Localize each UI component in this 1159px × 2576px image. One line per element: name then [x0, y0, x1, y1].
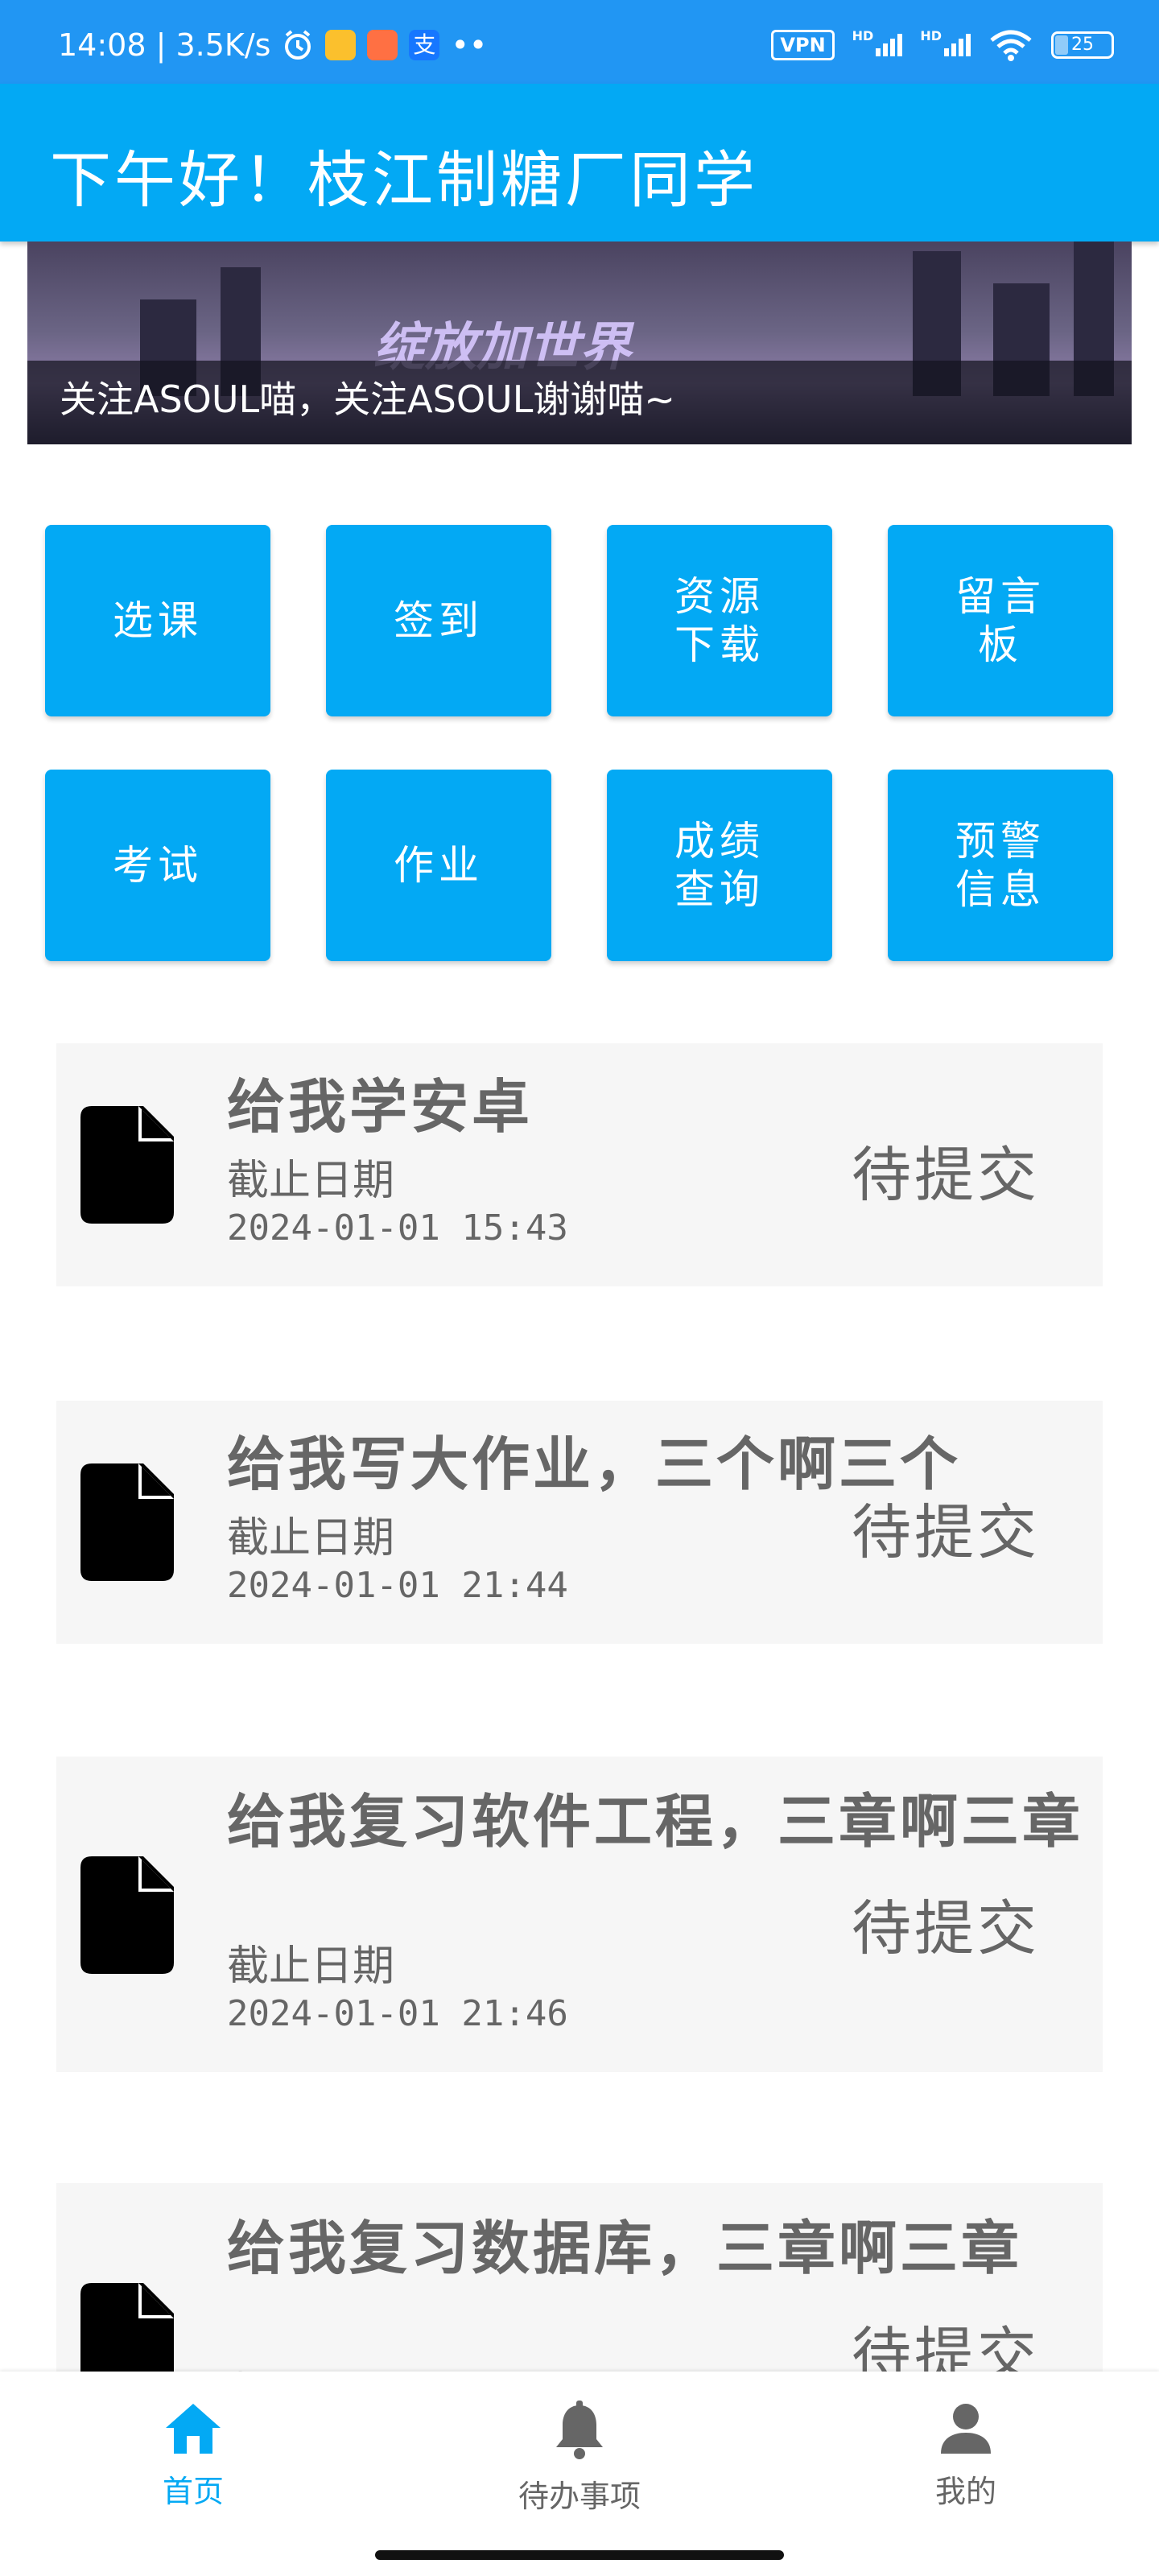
- assignment-card[interactable]: 给我写大作业，三个啊三个 截止日期 2024-01-01 21:44 待提交: [56, 1401, 1103, 1644]
- tile-label: 签到: [394, 597, 484, 644]
- tile-label: 成绩查询: [674, 818, 765, 913]
- greeting-title: 下午好！枝江制糖厂同学: [50, 144, 758, 216]
- due-label: 截止日期: [227, 1514, 395, 1563]
- assignment-card[interactable]: 给我复习软件工程，三章啊三章 截止日期 2024-01-01 21:46 待提交: [56, 1757, 1103, 2072]
- home-icon: [166, 2404, 221, 2454]
- wifi-icon: [990, 30, 1032, 61]
- status-label: 待提交: [852, 1141, 1040, 1210]
- homework-button[interactable]: 作业: [326, 770, 551, 961]
- message-board-button[interactable]: 留言板: [888, 525, 1113, 716]
- nav-home[interactable]: 首页: [105, 2401, 282, 2511]
- signal-icon: HD: [852, 28, 903, 56]
- vpn-badge: VPN: [771, 30, 835, 60]
- due-label: 截止日期: [227, 1157, 395, 1205]
- battery-level: 25: [1071, 35, 1094, 55]
- nav-label: 我的: [934, 2474, 996, 2509]
- file-icon: [80, 1856, 174, 1974]
- battery-icon: 25: [1051, 31, 1114, 59]
- person-icon: [941, 2404, 991, 2454]
- tile-label: 作业: [394, 842, 484, 889]
- alipay-icon: 支: [409, 30, 440, 60]
- folder-app-icon: [325, 30, 357, 60]
- tile-label: 资源下载: [674, 573, 765, 668]
- banner-caption: 关注ASOUL喵，关注ASOUL谢谢喵~: [27, 361, 1132, 444]
- tile-label: 考试: [113, 842, 203, 889]
- file-icon: [80, 1106, 174, 1224]
- status-bar: 14:08 | 3.5K/s 支 •• VPN HD HD 25: [0, 0, 1159, 84]
- assignment-card[interactable]: 给我学安卓 截止日期 2024-01-01 15:43 待提交: [56, 1043, 1103, 1286]
- due-date: 2024-01-01 21:44: [227, 1565, 568, 1606]
- bottom-navigation: 首页 待办事项 我的: [0, 2372, 1159, 2576]
- course-select-button[interactable]: 选课: [45, 525, 270, 716]
- nav-label: 待办事项: [518, 2479, 641, 2514]
- status-label: 待提交: [852, 1498, 1040, 1567]
- more-dots: ••: [451, 27, 488, 63]
- bell-icon: [556, 2401, 603, 2459]
- grade-query-button[interactable]: 成绩查询: [607, 770, 832, 961]
- assignment-title: 给我复习软件工程，三章啊三章: [227, 1788, 1084, 1856]
- nav-label: 首页: [162, 2474, 224, 2509]
- nav-todo[interactable]: 待办事项: [491, 2401, 668, 2516]
- status-left: 14:08 | 3.5K/s 支 ••: [58, 27, 487, 63]
- tile-label: 预警信息: [955, 818, 1046, 913]
- signal-hd-label: HD: [852, 28, 874, 43]
- tile-label: 选课: [113, 597, 203, 644]
- alarm-icon: [285, 30, 311, 60]
- nav-profile[interactable]: 我的: [877, 2401, 1054, 2511]
- due-date: 2024-01-01 15:43: [227, 1208, 568, 1249]
- time-speed: 14:08 | 3.5K/s: [58, 27, 271, 63]
- due-date: 2024-01-01 21:46: [227, 1993, 568, 2034]
- tile-label: 留言板: [955, 573, 1046, 668]
- banner-carousel[interactable]: 绽放加世界 关注ASOUL喵，关注ASOUL谢谢喵~: [27, 242, 1132, 444]
- exam-button[interactable]: 考试: [45, 770, 270, 961]
- due-label: 截止日期: [227, 1942, 395, 1991]
- signal-hd-label-2: HD: [920, 28, 942, 43]
- warning-info-button[interactable]: 预警信息: [888, 770, 1113, 961]
- file-icon: [80, 1463, 174, 1581]
- assignment-title: 给我复习数据库，三章啊三章: [227, 2215, 1023, 2282]
- signal-icon-2: HD: [920, 28, 971, 56]
- resource-download-button[interactable]: 资源下载: [607, 525, 832, 716]
- mi-store-icon: [367, 30, 398, 60]
- app-bar: 下午好！枝江制糖厂同学: [0, 84, 1159, 242]
- status-right: VPN HD HD 25: [771, 28, 1114, 61]
- home-indicator[interactable]: [375, 2550, 784, 2560]
- status-label: 待提交: [852, 1894, 1040, 1963]
- check-in-button[interactable]: 签到: [326, 525, 551, 716]
